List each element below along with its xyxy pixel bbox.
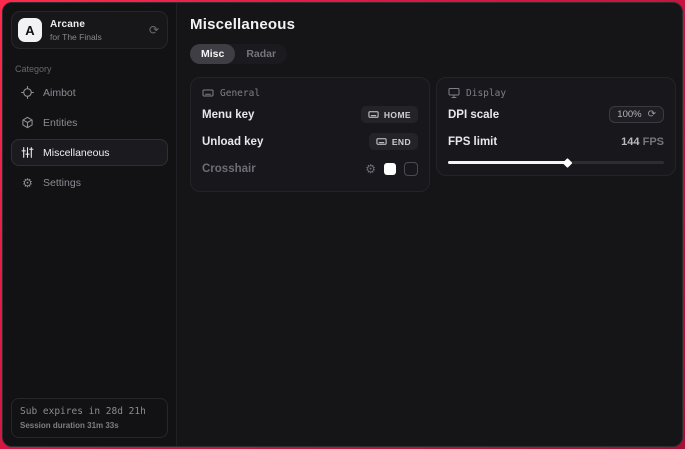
crosshair-checkbox[interactable] xyxy=(404,162,418,176)
category-label: Category xyxy=(15,64,164,74)
crosshair-settings-gear-icon[interactable]: ⚙ xyxy=(365,163,376,175)
app-window: A Arcane for The Finals ⟳ Category Aimbo… xyxy=(2,2,683,447)
app-header-card: A Arcane for The Finals ⟳ xyxy=(11,11,168,49)
sidebar-item-settings[interactable]: ⚙ Settings xyxy=(11,169,168,196)
fps-limit-row: FPS limit 144 FPS xyxy=(448,130,664,153)
refresh-icon[interactable]: ⟳ xyxy=(147,22,161,38)
sidebar-item-miscellaneous[interactable]: Miscellaneous xyxy=(11,139,168,166)
fps-limit-slider[interactable] xyxy=(448,161,664,164)
accent-backdrop: A Arcane for The Finals ⟳ Category Aimbo… xyxy=(0,0,685,449)
entities-box-icon xyxy=(21,116,34,129)
page-title: Miscellaneous xyxy=(190,16,676,33)
menu-key-row: Menu key HOME xyxy=(202,103,418,126)
crosshair-controls: ⚙ xyxy=(365,162,418,176)
sliders-icon xyxy=(21,146,34,159)
sidebar-item-label: Aimbot xyxy=(43,87,76,99)
keyboard-icon xyxy=(202,87,214,99)
menu-key-bind-button[interactable]: HOME xyxy=(361,106,418,123)
fps-number: 144 xyxy=(621,136,639,148)
crosshair-color-swatch[interactable] xyxy=(384,163,396,175)
unload-key-value: END xyxy=(392,137,411,147)
dpi-scale-row: DPI scale 100% ⟳ xyxy=(448,103,664,126)
sidebar-item-label: Settings xyxy=(43,177,81,189)
gear-icon: ⚙ xyxy=(21,176,34,189)
fps-limit-label: FPS limit xyxy=(448,136,497,148)
app-meta: Arcane for The Finals xyxy=(50,19,102,42)
tab-radar[interactable]: Radar xyxy=(235,44,287,64)
sub-expires-text: Sub expires in 28d 21h xyxy=(20,406,159,417)
display-panel: Display DPI scale 100% ⟳ FPS limit 144 xyxy=(436,77,676,176)
subscription-card: Sub expires in 28d 21h Session duration … xyxy=(11,398,168,438)
sidebar-item-label: Miscellaneous xyxy=(43,147,110,159)
crosshair-icon xyxy=(21,86,34,99)
monitor-icon xyxy=(448,87,460,99)
dpi-scale-label: DPI scale xyxy=(448,109,499,121)
crosshair-row: Crosshair ⚙ xyxy=(202,157,418,180)
keyboard-icon xyxy=(376,136,387,147)
crosshair-label: Crosshair xyxy=(202,163,256,175)
app-name: Arcane xyxy=(50,19,102,30)
display-panel-header: Display xyxy=(448,87,664,99)
app-logo: A xyxy=(18,18,42,42)
general-panel: General Menu key HOME Unload key xyxy=(190,77,430,192)
sidebar: A Arcane for The Finals ⟳ Category Aimbo… xyxy=(3,3,177,446)
unload-key-label: Unload key xyxy=(202,136,263,148)
app-subtitle: for The Finals xyxy=(50,32,102,42)
reset-icon: ⟳ xyxy=(648,110,656,120)
keyboard-icon xyxy=(368,109,379,120)
dpi-scale-select[interactable]: 100% ⟳ xyxy=(609,106,664,123)
general-panel-title: General xyxy=(220,88,260,99)
sidebar-item-label: Entities xyxy=(43,117,77,129)
general-panel-header: General xyxy=(202,87,418,99)
menu-key-label: Menu key xyxy=(202,109,254,121)
tab-bar: Misc Radar xyxy=(190,44,287,64)
menu-key-value: HOME xyxy=(384,110,411,120)
main-content: Miscellaneous Misc Radar General Menu ke… xyxy=(177,3,683,446)
fps-unit: FPS xyxy=(643,136,664,148)
display-panel-title: Display xyxy=(466,88,506,99)
sidebar-nav: Aimbot Entities Miscellaneous xyxy=(11,79,168,196)
panels-row: General Menu key HOME Unload key xyxy=(190,77,676,192)
unload-key-row: Unload key END xyxy=(202,130,418,153)
tab-misc[interactable]: Misc xyxy=(190,44,235,64)
slider-thumb[interactable] xyxy=(562,158,572,168)
fps-limit-value: 144 FPS xyxy=(621,136,664,148)
dpi-scale-value: 100% xyxy=(617,109,641,120)
session-duration-text: Session duration 31m 33s xyxy=(20,421,159,430)
unload-key-bind-button[interactable]: END xyxy=(369,133,418,150)
sidebar-item-entities[interactable]: Entities xyxy=(11,109,168,136)
slider-fill xyxy=(448,161,567,164)
sidebar-item-aimbot[interactable]: Aimbot xyxy=(11,79,168,106)
